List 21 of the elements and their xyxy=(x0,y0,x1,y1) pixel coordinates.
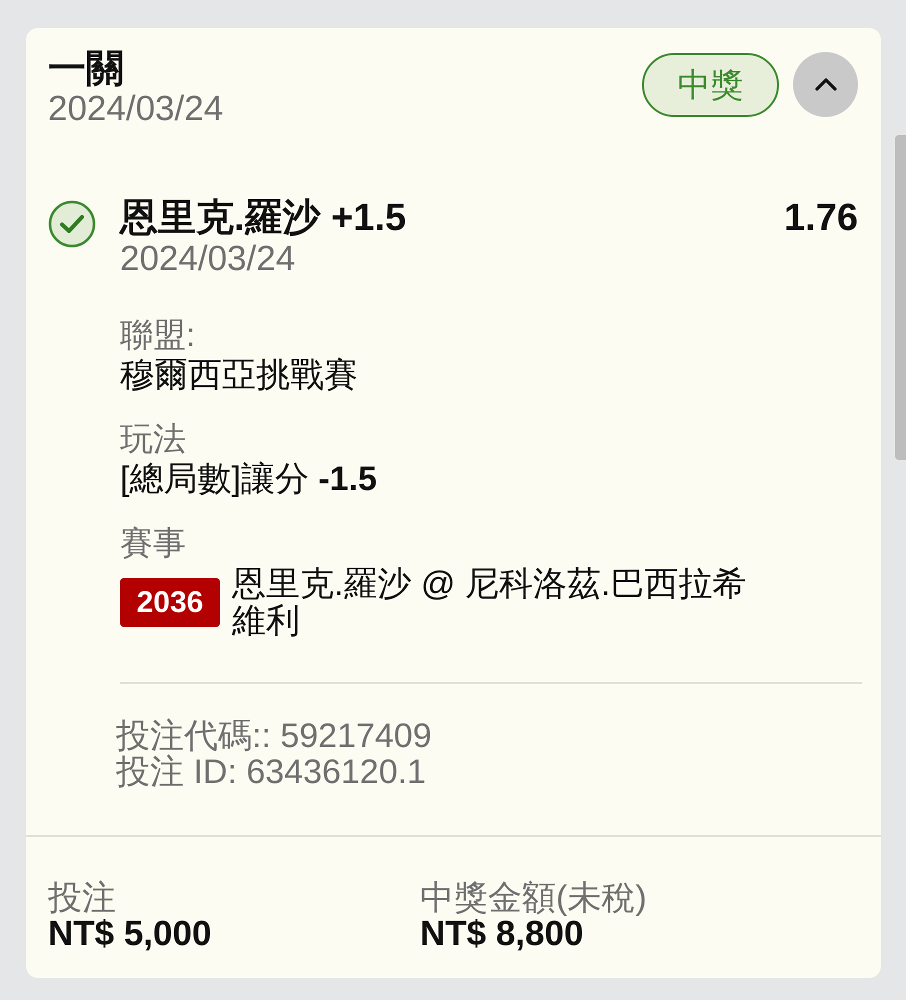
selection-date: 2024/03/24 xyxy=(120,240,296,278)
total-label: 中獎金額(未稅) xyxy=(420,880,648,916)
chevron-up-icon xyxy=(814,78,836,91)
total-amount: NT$ 8,800 xyxy=(420,916,584,952)
detail-value: [總局數]讓分 -1.5 xyxy=(120,460,378,498)
scrollbar-thumb[interactable] xyxy=(895,135,906,460)
total-amount: NT$ 5,000 xyxy=(48,916,212,952)
detail-label: 玩法 xyxy=(120,420,187,458)
bet-date: 2024/03/24 xyxy=(48,90,224,128)
event-name: 恩里克.羅沙 @ 尼科洛茲.巴西拉希維利 xyxy=(232,566,748,640)
bet-type-title: 一關 xyxy=(48,48,125,90)
detail-label: 聯盟: xyxy=(120,316,196,354)
bet-reference: 投注 ID: 63436120.1 xyxy=(116,754,427,790)
event-code-badge: 2036 xyxy=(120,578,220,627)
detail-label: 賽事 xyxy=(120,524,187,562)
odds-value: 1.76 xyxy=(784,196,858,240)
bet-reference: 投注代碼:: 59217409 xyxy=(116,718,433,754)
detail-value: 穆爾西亞挑戰賽 xyxy=(120,356,359,394)
status-badge: 中獎 xyxy=(642,52,779,116)
selection-title: 恩里克.羅沙 +1.5 xyxy=(120,196,406,240)
total-label: 投注 xyxy=(48,880,117,916)
